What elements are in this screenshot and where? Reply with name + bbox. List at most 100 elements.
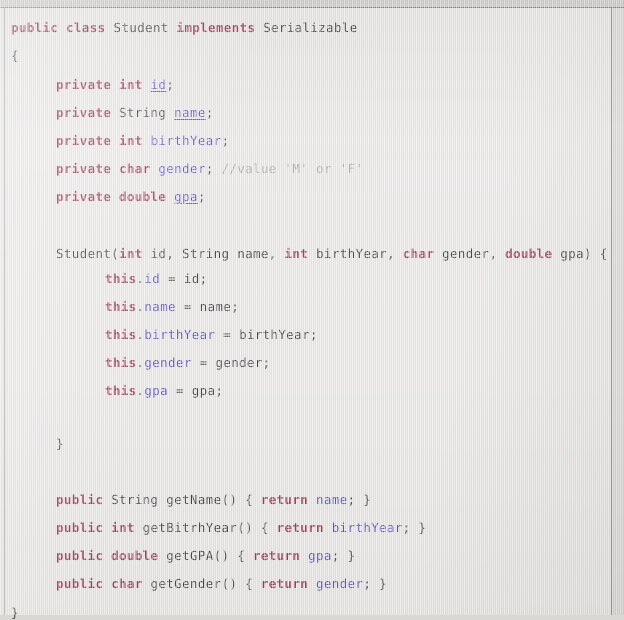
editor-right-gutter xyxy=(612,8,624,615)
code-token: name xyxy=(174,105,206,120)
code-token: char xyxy=(402,246,435,261)
line-class-decl: public class Student implements Serializ… xyxy=(11,21,358,35)
code-token: gpa xyxy=(191,383,216,398)
code-token: int xyxy=(119,77,143,92)
code-token: double xyxy=(505,246,553,261)
code-token: gender xyxy=(316,576,364,591)
code-token: , xyxy=(386,246,403,261)
code-token: this xyxy=(105,327,137,342)
code-token: , xyxy=(489,246,506,261)
code-token: ; xyxy=(309,327,318,342)
code-token: public xyxy=(56,520,104,535)
code-token: , xyxy=(166,246,183,261)
code-token: String xyxy=(119,105,167,120)
code-token: () { xyxy=(221,576,261,591)
code-token: birthYear xyxy=(331,520,403,535)
code-token: private xyxy=(56,189,112,204)
code-token: } xyxy=(11,605,19,620)
code-token: gpa xyxy=(560,246,584,261)
code-token: { xyxy=(11,48,19,63)
code-token: public xyxy=(11,20,59,35)
code-token: Student xyxy=(113,20,169,35)
code-token: = xyxy=(215,327,239,342)
code-token: double xyxy=(119,189,167,204)
code-token: () { xyxy=(237,520,277,535)
code-token: ; } xyxy=(363,576,387,591)
code-token: this xyxy=(105,355,137,370)
line-class-open-brace: { xyxy=(11,49,19,63)
code-token: char xyxy=(111,576,143,591)
code-token: return xyxy=(260,576,309,591)
code-token: ; xyxy=(166,77,175,92)
code-token: gpa xyxy=(308,548,332,563)
code-token: double xyxy=(111,548,159,563)
code-token: gpa xyxy=(174,189,198,204)
code-token: } xyxy=(56,436,64,451)
code-token: private xyxy=(56,105,112,120)
code-token: public xyxy=(56,576,104,591)
code-editor-screenshot: public class Student implements Serializ… xyxy=(0,0,624,620)
code-token: Student xyxy=(56,246,112,261)
code-token: ; xyxy=(205,161,222,176)
code-token: gender xyxy=(144,355,192,370)
code-token: ; xyxy=(199,271,208,286)
code-token: ; xyxy=(221,133,230,148)
code-token: this xyxy=(105,299,137,314)
code-token: id xyxy=(150,77,167,92)
code-token: = xyxy=(175,299,200,314)
code-token: implements xyxy=(176,20,256,35)
line-getter-gpa: public double getGPA() { return gpa; } xyxy=(56,549,355,563)
line-getter-birthyear: public int getBitrhYear() { return birth… xyxy=(56,521,426,535)
editor-top-band xyxy=(0,0,624,7)
line-assign-name: this.name = name; xyxy=(105,300,239,314)
code-token: ; xyxy=(197,189,206,204)
code-token: name xyxy=(199,299,232,314)
code-token: this xyxy=(105,383,137,398)
code-token: gender xyxy=(442,246,490,261)
line-getter-name: public String getName() { return name; } xyxy=(56,493,371,507)
code-token: int xyxy=(119,246,143,261)
code-token: getBitrhYear xyxy=(142,520,238,535)
line-field-birthyear: private int birthYear; xyxy=(56,134,229,148)
code-token: getName xyxy=(166,492,222,507)
source-code-area[interactable]: public class Student implements Serializ… xyxy=(5,8,611,620)
code-token: id xyxy=(183,271,200,286)
code-token: class xyxy=(66,20,106,35)
line-field-id: private int id; xyxy=(56,78,174,92)
code-token: birthYear xyxy=(144,327,216,342)
code-token: name xyxy=(144,299,176,314)
code-token: public xyxy=(56,548,104,563)
code-token: birthYear xyxy=(238,327,310,342)
code-token: ; } xyxy=(347,492,372,507)
code-token: int xyxy=(119,133,143,148)
line-field-gpa: private double gpa; xyxy=(56,190,206,204)
line-constructor-signature: Student(int id, String name, int birthYe… xyxy=(56,247,608,261)
code-token: () { xyxy=(221,492,261,507)
code-token: return xyxy=(252,548,301,563)
code-token: ; xyxy=(231,299,239,314)
line-class-close-brace: } xyxy=(11,606,19,620)
line-getter-gender: public char getGender() { return gender;… xyxy=(56,577,387,591)
line-assign-gpa: this.gpa = gpa; xyxy=(105,384,223,398)
code-token: id xyxy=(150,246,167,261)
code-token: = xyxy=(191,355,216,370)
code-token: name xyxy=(316,492,348,507)
code-token: return xyxy=(276,520,324,535)
code-token: //value 'M' or 'F' xyxy=(221,161,364,176)
